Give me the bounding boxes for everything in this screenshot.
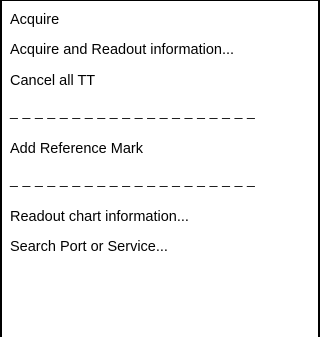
menu-separator: _ _ _ _ _ _ _ _ _ _ _ _ _ _ _ _ _ _ _ _: [10, 103, 256, 119]
menu-item-search-port-or-service[interactable]: Search Port or Service...: [10, 235, 168, 259]
menu-item-cancel-all-tt[interactable]: Cancel all TT: [10, 69, 95, 93]
menu-separator: _ _ _ _ _ _ _ _ _ _ _ _ _ _ _ _ _ _ _ _: [10, 171, 256, 187]
menu-item-readout-chart-information[interactable]: Readout chart information...: [10, 205, 189, 229]
context-menu: Acquire Acquire and Readout information.…: [0, 0, 320, 337]
menu-item-acquire-and-readout-information[interactable]: Acquire and Readout information...: [10, 38, 234, 62]
menu-item-acquire[interactable]: Acquire: [10, 8, 59, 32]
menu-item-add-reference-mark[interactable]: Add Reference Mark: [10, 137, 143, 161]
